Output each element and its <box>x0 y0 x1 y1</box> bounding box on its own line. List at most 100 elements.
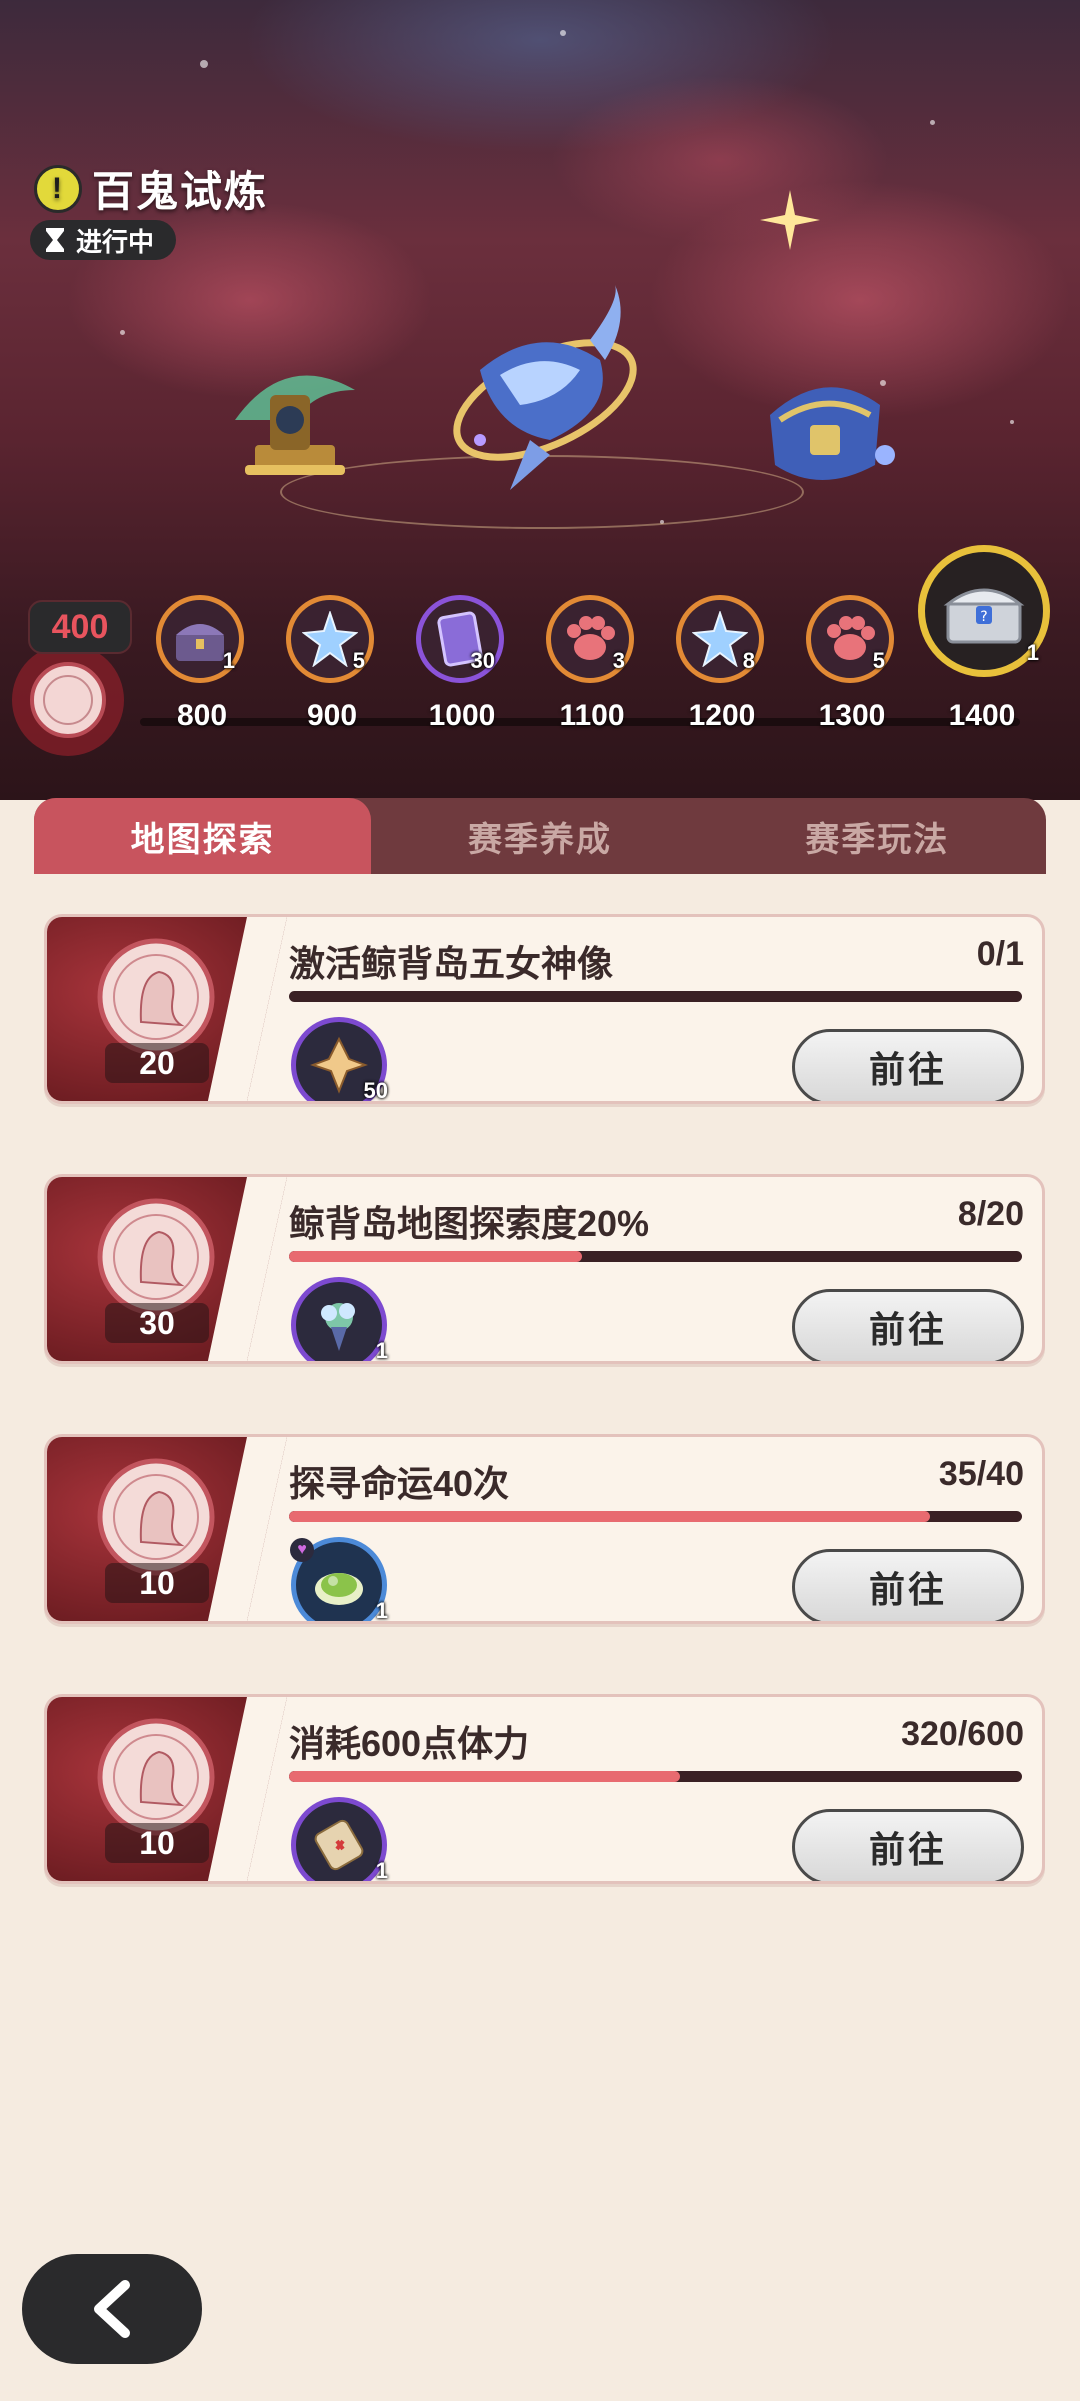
milestone-reward[interactable]: 30 <box>416 595 504 683</box>
bouquet-icon <box>321 1303 355 1351</box>
milestone-reward[interactable]: 5 <box>286 595 374 683</box>
task-progress-bar <box>289 991 1022 1002</box>
coin-medal-icon <box>97 1198 215 1316</box>
heart-icon: ♥ <box>290 1538 314 1562</box>
task-progress-fill <box>289 1771 680 1782</box>
go-button[interactable]: 前往 <box>792 1289 1024 1361</box>
points-badge: 400 <box>28 600 132 654</box>
event-title-text: 百鬼试炼 <box>92 168 269 215</box>
paw-icon <box>827 616 875 660</box>
svg-text:?: ? <box>980 609 987 625</box>
task-title: 鲸背岛地图探索度20% <box>289 1203 650 1244</box>
points-value: 400 <box>51 607 109 646</box>
task-progress-fill <box>289 1251 583 1262</box>
golden-chest-icon: ? <box>943 588 1025 644</box>
milestone-count: 8 <box>742 648 755 673</box>
milestone-reward[interactable]: 1 <box>156 595 244 683</box>
task-reward-panel: 20 <box>47 917 287 1101</box>
crystal-star-icon <box>692 611 748 667</box>
golden-machine-reward-icon[interactable] <box>215 350 365 490</box>
reward-item[interactable]: 50 <box>291 1017 388 1103</box>
milestone-count: 5 <box>352 648 365 673</box>
paw-icon <box>567 616 615 660</box>
milestone-reward[interactable]: 8 <box>676 595 764 683</box>
milestone-count: 1 <box>222 648 235 673</box>
item-count: 50 <box>363 1078 388 1103</box>
milestone-threshold: 1400 <box>948 699 1016 732</box>
reward-points: 30 <box>105 1303 209 1343</box>
milestone-1400[interactable]: ? 1 1400 <box>918 545 1050 755</box>
milestone-threshold: 1200 <box>688 699 756 732</box>
milestone-900[interactable]: 5 900 <box>282 595 382 755</box>
status-badge: 进行中 <box>30 220 177 260</box>
task-progress-text: 35/40 <box>938 1455 1024 1493</box>
milestone-threshold: 1300 <box>818 699 886 732</box>
milestone-threshold: 1100 <box>559 699 625 732</box>
treasure-chest-icon <box>176 624 224 661</box>
reward-points: 20 <box>105 1043 209 1083</box>
milestone-800[interactable]: 1 800 <box>152 595 252 755</box>
milestone-reward[interactable]: ? 1 <box>918 545 1050 677</box>
event-title[interactable]: ! 百鬼试炼 <box>34 158 268 219</box>
go-button[interactable]: 前往 <box>792 1809 1024 1881</box>
task-reward-panel: 30 <box>47 1177 287 1361</box>
milestone-count: 1 <box>1026 640 1039 665</box>
task-card: 30 鲸背岛地图探索度20% 8/20 1 前往 <box>44 1174 1045 1364</box>
milestone-threshold: 1000 <box>428 699 496 732</box>
tab-map-explore[interactable]: 地图探索 <box>34 798 372 886</box>
milestone-1200[interactable]: 8 1200 <box>672 595 772 755</box>
milestone-reward[interactable]: 5 <box>806 595 894 683</box>
item-count: 1 <box>375 1338 388 1363</box>
item-count: 1 <box>375 1858 388 1883</box>
task-card: 10 探寻命运40次 35/40 ♥ 1 前往 <box>44 1434 1045 1624</box>
milestone-count: 30 <box>470 648 495 673</box>
task-progress-bar <box>289 1771 1022 1782</box>
task-progress-text: 320/600 <box>901 1715 1024 1753</box>
tab-season-gameplay[interactable]: 赛季玩法 <box>709 798 1046 874</box>
task-reward-panel: 10 <box>47 1437 287 1621</box>
task-title: 激活鲸背岛五女神像 <box>289 943 614 984</box>
item-count: 1 <box>375 1598 388 1623</box>
tab-bar: 地图探索 赛季养成 赛季玩法 <box>34 798 1046 886</box>
task-progress-bar <box>289 1251 1022 1262</box>
task-progress-text: 8/20 <box>957 1195 1024 1233</box>
go-button[interactable]: 前往 <box>792 1549 1024 1621</box>
task-progress-bar <box>289 1511 1022 1522</box>
task-reward-panel: 10 <box>47 1697 287 1881</box>
back-button[interactable] <box>22 2254 202 2364</box>
milestone-1000[interactable]: 30 1000 <box>412 595 512 755</box>
blue-whale-reward-icon[interactable] <box>440 280 650 500</box>
back-arrow-icon <box>94 2280 130 2338</box>
milestone-threshold: 800 <box>176 699 228 732</box>
task-title: 探寻命运40次 <box>289 1463 510 1504</box>
task-card: 10 消耗600点体力 320/600 1 前往 <box>44 1694 1045 1884</box>
green-food-icon <box>315 1573 363 1605</box>
scroll-icon <box>314 1819 364 1871</box>
milestone-1100[interactable]: 3 1100 <box>542 595 642 755</box>
go-button[interactable]: 前往 <box>792 1029 1024 1101</box>
hourglass-icon <box>46 228 64 252</box>
star-sparkle-icon <box>760 190 820 250</box>
gold-shard-icon <box>310 1036 368 1094</box>
milestone-count: 5 <box>872 648 885 673</box>
coin-medal-icon <box>12 644 124 756</box>
reward-points: 10 <box>105 1823 209 1863</box>
reward-item[interactable]: 1 <box>291 1797 388 1883</box>
info-icon[interactable]: ! <box>34 164 82 213</box>
event-banner: ! 百鬼试炼 进行中 400 1 800 5 900 30 1000 3 110… <box>0 0 1080 800</box>
coin-medal-icon <box>97 938 215 1056</box>
milestone-1300[interactable]: 5 1300 <box>802 595 902 755</box>
task-list: 20 激活鲸背岛五女神像 0/1 50 前往 30 鲸背岛地图探索度20% 8/… <box>0 874 1080 2401</box>
reward-item[interactable]: 1 <box>291 1277 388 1363</box>
milestone-reward[interactable]: 3 <box>546 595 634 683</box>
blue-chest-reward-icon[interactable] <box>750 355 900 495</box>
tab-season-growth[interactable]: 赛季养成 <box>371 798 708 874</box>
task-card: 20 激活鲸背岛五女神像 0/1 50 前往 <box>44 914 1045 1104</box>
crystal-star-icon <box>302 611 358 667</box>
milestone-count: 3 <box>612 648 625 673</box>
coin-medal-icon <box>97 1458 215 1576</box>
status-text: 进行中 <box>76 226 155 257</box>
reward-item[interactable]: ♥ 1 <box>290 1537 388 1623</box>
milestone-threshold: 900 <box>306 699 358 732</box>
reward-points: 10 <box>105 1563 209 1603</box>
